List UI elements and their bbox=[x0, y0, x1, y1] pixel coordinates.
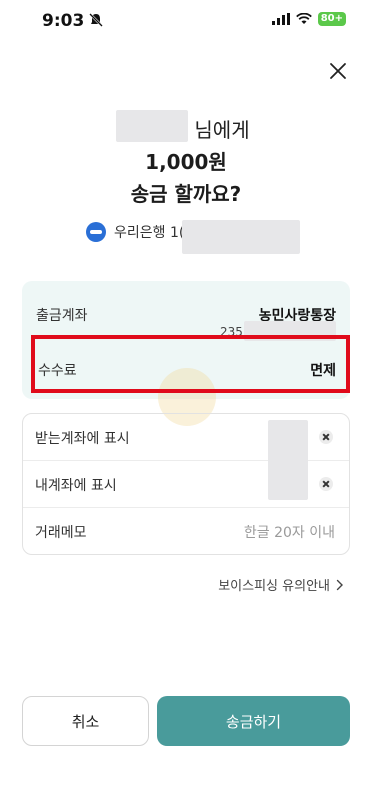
status-time: 9:03 bbox=[42, 11, 85, 31]
status-bar: 9:03 80+ bbox=[0, 0, 372, 44]
memo-label: 거래메모 bbox=[35, 525, 87, 541]
recipient-suffix: 님에게 bbox=[194, 118, 250, 142]
voice-phishing-link[interactable]: 보이스피싱 유의안내 bbox=[218, 575, 344, 594]
woori-bank-logo-icon bbox=[86, 222, 106, 242]
my-display-label: 내계좌에 표시 bbox=[35, 478, 117, 494]
withdraw-account-label: 출금계좌 bbox=[36, 308, 88, 324]
memo-input-placeholder[interactable]: 한글 20자 이내 bbox=[244, 522, 335, 542]
recipient-bank-row: 우리은행 1( bbox=[86, 222, 184, 242]
mute-icon bbox=[89, 13, 103, 27]
fee-highlight-box bbox=[31, 335, 350, 393]
close-icon[interactable] bbox=[325, 58, 351, 84]
clear-receiver-display-icon[interactable] bbox=[319, 430, 333, 444]
signal-icon bbox=[271, 13, 290, 25]
status-indicators: 80+ bbox=[271, 12, 346, 26]
clear-my-display-icon[interactable] bbox=[319, 477, 333, 491]
transfer-question: 송금 할까요? bbox=[130, 182, 242, 206]
chevron-right-icon bbox=[336, 579, 343, 590]
battery-icon: 80+ bbox=[317, 12, 346, 26]
recipient-bank-account: 우리은행 1( bbox=[114, 225, 185, 241]
cancel-button[interactable]: 취소 bbox=[22, 696, 149, 746]
memo-row[interactable]: 거래메모 한글 20자 이내 bbox=[23, 508, 349, 555]
redacted-account-number bbox=[182, 220, 300, 254]
redacted-display-names bbox=[268, 420, 308, 500]
transfer-amount: 1,000원 bbox=[145, 150, 227, 174]
wifi-icon bbox=[295, 13, 312, 24]
voice-phishing-label: 보이스피싱 유의안내 bbox=[218, 579, 330, 594]
receiver-display-label: 받는계좌에 표시 bbox=[35, 431, 130, 447]
recipient-line: 님에게 bbox=[0, 114, 372, 143]
send-button[interactable]: 송금하기 bbox=[157, 696, 350, 746]
